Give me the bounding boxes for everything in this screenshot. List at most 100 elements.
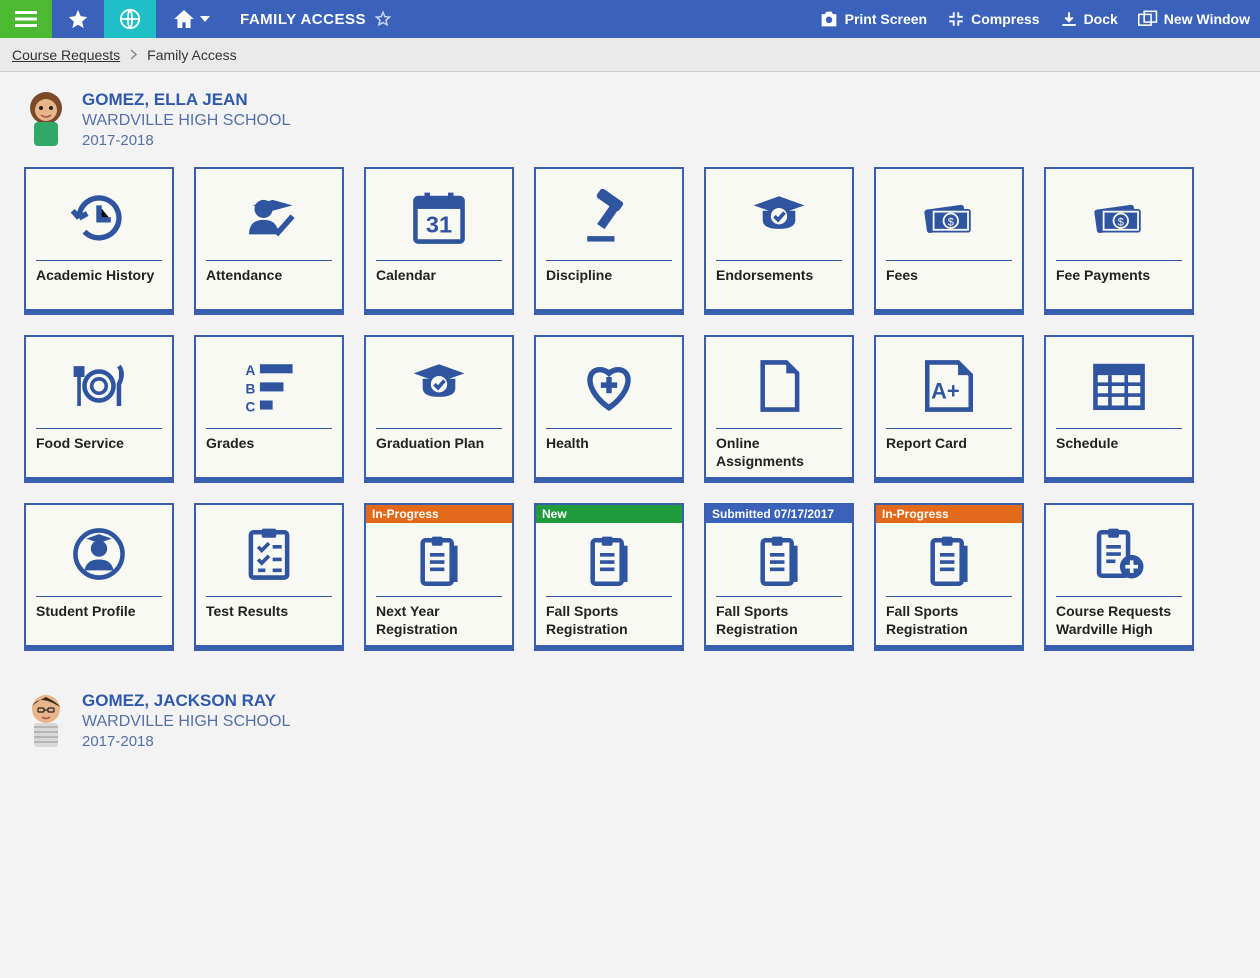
- tile-divider: [716, 596, 842, 597]
- tile-fall-sports-new[interactable]: New Fall Sports Registration: [534, 503, 684, 651]
- menu-icon: [15, 11, 37, 27]
- compress-icon: [947, 10, 965, 28]
- tile-next-year-reg[interactable]: In-Progress Next Year Registration: [364, 503, 514, 651]
- tile-discipline[interactable]: Discipline: [534, 167, 684, 315]
- tile-food-service[interactable]: Food Service: [24, 335, 174, 483]
- tile-label: Student Profile: [36, 603, 162, 639]
- tile-label: Discipline: [546, 267, 672, 303]
- clipboard-icon: [716, 529, 842, 594]
- tile-label: Fee Payments: [1056, 267, 1182, 303]
- tile-divider: [206, 596, 332, 597]
- clipboard-icon: [376, 529, 502, 594]
- tile-divider: [376, 260, 502, 261]
- tile-divider: [1056, 596, 1182, 597]
- tile-divider: [546, 596, 672, 597]
- student-info: GOMEZ, ELLA JEAN WARDVILLE HIGH SCHOOL 2…: [82, 90, 290, 149]
- tile-label: Food Service: [36, 435, 162, 471]
- tile-label: Attendance: [206, 267, 332, 303]
- content: GOMEZ, ELLA JEAN WARDVILLE HIGH SCHOOL 2…: [0, 72, 1260, 786]
- tile-divider: [886, 596, 1012, 597]
- tile-grid: Academic History Attendance Calendar: [24, 167, 1236, 651]
- food-icon: [36, 345, 162, 426]
- tile-badge: In-Progress: [876, 505, 1022, 523]
- breadcrumb-link[interactable]: Course Requests: [12, 47, 120, 63]
- tile-divider: [36, 260, 162, 261]
- compress-button[interactable]: Compress: [937, 0, 1049, 38]
- tile-calendar[interactable]: Calendar: [364, 167, 514, 315]
- tile-online-assign[interactable]: Online Assignments: [704, 335, 854, 483]
- tile-badge: New: [536, 505, 682, 523]
- abc-icon: [206, 345, 332, 426]
- dock-button[interactable]: Dock: [1050, 0, 1128, 38]
- tile-divider: [206, 428, 332, 429]
- tile-label: Report Card: [886, 435, 1012, 471]
- student-header: GOMEZ, ELLA JEAN WARDVILLE HIGH SCHOOL 2…: [24, 90, 1236, 149]
- student-year: 2017-2018: [82, 733, 290, 750]
- tile-label: Calendar: [376, 267, 502, 303]
- tile-label: Academic History: [36, 267, 162, 303]
- globe-button[interactable]: [104, 0, 156, 38]
- print-screen-label: Print Screen: [845, 11, 927, 27]
- clipboard-icon: [886, 529, 1012, 594]
- tile-label: Graduation Plan: [376, 435, 502, 471]
- favorites-button[interactable]: [52, 0, 104, 38]
- tile-schedule[interactable]: Schedule: [1044, 335, 1194, 483]
- tile-test-results[interactable]: Test Results: [194, 503, 344, 651]
- clipboard-plus-icon: [1056, 513, 1182, 594]
- dock-icon: [1060, 10, 1078, 28]
- money-icon: [886, 177, 1012, 258]
- tile-badge: In-Progress: [366, 505, 512, 523]
- tile-fall-sports-sub[interactable]: Submitted 07/17/2017 Fall Sports Registr…: [704, 503, 854, 651]
- tile-fee-payments[interactable]: Fee Payments: [1044, 167, 1194, 315]
- new-window-button[interactable]: New Window: [1128, 0, 1260, 38]
- tile-divider: [376, 428, 502, 429]
- dock-label: Dock: [1084, 11, 1118, 27]
- tile-badge: Submitted 07/17/2017: [706, 505, 852, 523]
- student-name: GOMEZ, ELLA JEAN: [82, 90, 290, 110]
- schedule-icon: [1056, 345, 1182, 426]
- profile-icon: [36, 513, 162, 594]
- print-screen-button[interactable]: Print Screen: [809, 0, 937, 38]
- breadcrumb-sep-icon: [130, 49, 137, 60]
- breadcrumb: Course Requests Family Access: [0, 38, 1260, 72]
- tile-academic-history[interactable]: Academic History: [24, 167, 174, 315]
- tile-fall-sports-ip[interactable]: In-Progress Fall Sports Registration: [874, 503, 1024, 651]
- app-title-area: FAMILY ACCESS: [228, 0, 404, 38]
- tile-label: Schedule: [1056, 435, 1182, 471]
- tile-divider: [716, 260, 842, 261]
- cap-check-icon: [376, 345, 502, 426]
- tile-report-card[interactable]: Report Card: [874, 335, 1024, 483]
- student-avatar: [24, 90, 68, 148]
- new-window-label: New Window: [1164, 11, 1250, 27]
- cap-check-icon: [716, 177, 842, 258]
- student-header: GOMEZ, JACKSON RAY WARDVILLE HIGH SCHOOL…: [24, 691, 1236, 750]
- gavel-icon: [546, 177, 672, 258]
- star-icon: [67, 8, 89, 30]
- tile-label: Endorsements: [716, 267, 842, 303]
- breadcrumb-current: Family Access: [147, 47, 236, 63]
- tile-label: Course Requests Wardville High: [1056, 603, 1182, 639]
- app-title: FAMILY ACCESS: [240, 11, 366, 28]
- chevron-down-icon: [200, 16, 210, 22]
- tile-fees[interactable]: Fees: [874, 167, 1024, 315]
- tile-health[interactable]: Health: [534, 335, 684, 483]
- tile-graduation-plan[interactable]: Graduation Plan: [364, 335, 514, 483]
- tile-grades[interactable]: Grades: [194, 335, 344, 483]
- tile-label: Fall Sports Registration: [716, 603, 842, 639]
- home-button[interactable]: [156, 0, 228, 38]
- tile-label: Grades: [206, 435, 332, 471]
- tile-divider: [36, 596, 162, 597]
- student-name: GOMEZ, JACKSON RAY: [82, 691, 290, 711]
- tile-label: Test Results: [206, 603, 332, 639]
- tile-attendance[interactable]: Attendance: [194, 167, 344, 315]
- home-icon: [174, 10, 194, 28]
- tile-label: Health: [546, 435, 672, 471]
- calendar-icon: [376, 177, 502, 258]
- menu-button[interactable]: [0, 0, 52, 38]
- tile-endorsements[interactable]: Endorsements: [704, 167, 854, 315]
- tile-course-req[interactable]: Course Requests Wardville High: [1044, 503, 1194, 651]
- favorite-star-icon[interactable]: [374, 10, 392, 28]
- tile-divider: [716, 428, 842, 429]
- tile-divider: [886, 260, 1012, 261]
- tile-student-profile[interactable]: Student Profile: [24, 503, 174, 651]
